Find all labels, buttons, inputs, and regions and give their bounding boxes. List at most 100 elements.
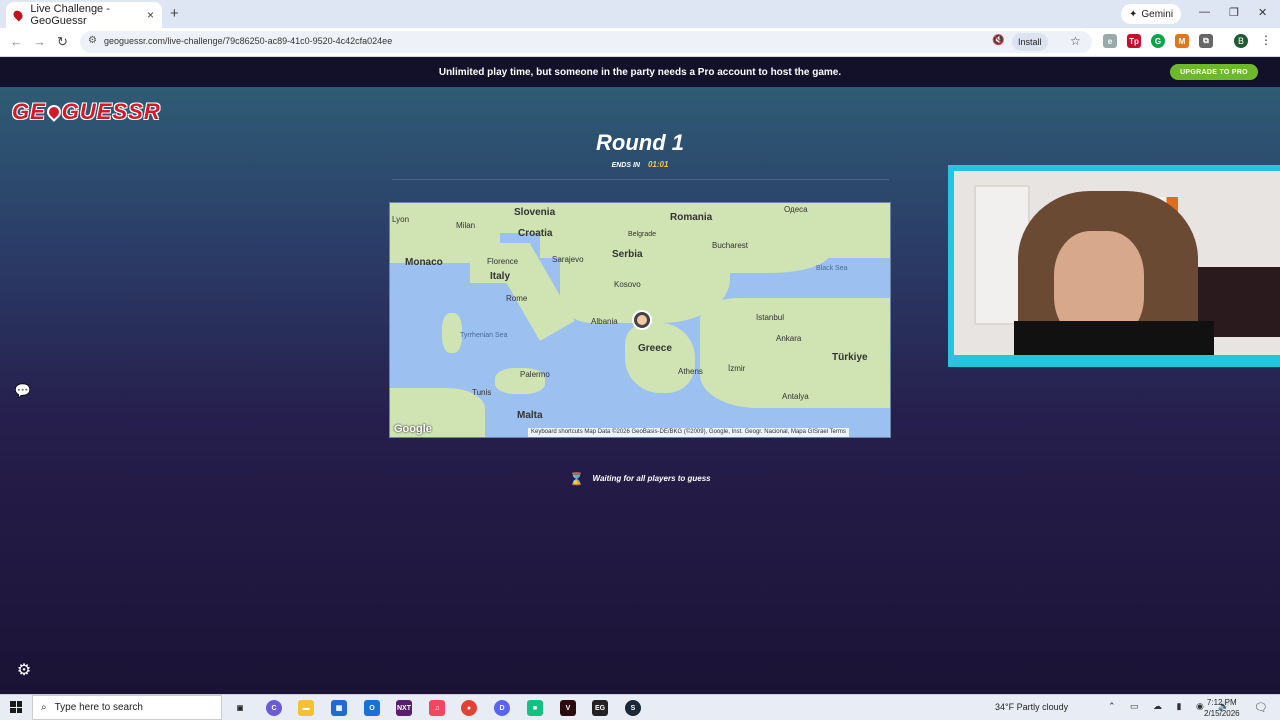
notification-icon[interactable]: 🗨 xyxy=(1254,701,1268,714)
reload-icon[interactable]: ↻ xyxy=(57,34,68,50)
url-box[interactable]: ⚙ geoguessr.com/live-challenge/79c86250-… xyxy=(80,31,1092,53)
chrome-icon[interactable]: ● xyxy=(461,700,477,716)
waiting-text: Waiting for all players to guess xyxy=(592,474,711,484)
browser-tab-bar: Live Challenge - GeoGuessr × + ✦ Gemini … xyxy=(0,0,1280,28)
settings-gear-icon[interactable]: ⚙ xyxy=(14,660,34,680)
outlook-icon[interactable]: O xyxy=(364,700,380,716)
next-app-icon[interactable]: NXT xyxy=(396,700,412,716)
tab-title: Live Challenge - GeoGuessr xyxy=(30,3,110,27)
extension-grammarly-icon[interactable]: G xyxy=(1151,34,1165,48)
extension-metamask-icon[interactable]: M xyxy=(1175,34,1189,48)
search-icon: ⌕ xyxy=(41,702,47,713)
map-label-odesa: Одеса xyxy=(784,205,808,214)
round-title: Round 1 xyxy=(596,130,684,155)
taskbar-search[interactable]: ⌕ Type here to search xyxy=(32,695,222,720)
map-label-monaco: Monaco xyxy=(405,257,443,268)
logo-text-post: GUESSR xyxy=(61,99,161,124)
waiting-status: ⌛ Waiting for all players to guess xyxy=(0,472,1280,486)
map-label-bucharest: Bucharest xyxy=(712,241,749,250)
gemini-label: Gemini xyxy=(1141,8,1174,20)
map-label-tyrrhenian-sea: Tyrrhenian Sea xyxy=(460,332,508,339)
map-label-albania: Albania xyxy=(591,317,618,326)
chat-app-icon[interactable]: ■ xyxy=(527,700,543,716)
microsoft-store-icon[interactable]: ▦ xyxy=(331,700,347,716)
forward-icon[interactable]: → xyxy=(33,34,46,49)
hourglass-icon: ⌛ xyxy=(569,472,585,486)
game-area: GE GUESSR Round 1 ENDS IN 01:01 Lyon Mila… xyxy=(0,87,1280,694)
map-label-florence: Florence xyxy=(487,257,519,266)
map-label-athens: Athens xyxy=(678,367,703,376)
map-label-turkiye: Türkiye xyxy=(832,352,868,363)
extension-icon[interactable]: e xyxy=(1103,34,1117,48)
windows-taskbar: ⌕ Type here to search ▣ C ▬ ▦ O NXT ♫ ● … xyxy=(0,694,1280,720)
webcam-person-shirt xyxy=(1014,321,1214,355)
clock-date: 2/15/2026 xyxy=(1204,709,1240,718)
map-label-lyon: Lyon xyxy=(392,215,410,224)
map-label-milan: Milan xyxy=(456,221,476,230)
taskbar-search-placeholder: Type here to search xyxy=(54,702,143,713)
extensions-puzzle-icon[interactable]: ⧉ xyxy=(1199,34,1213,48)
map-attribution[interactable]: Keyboard shortcuts Map Data ©2026 GeoBas… xyxy=(528,428,849,437)
discord-icon[interactable]: D xyxy=(494,700,510,716)
logo-text-pre: GE xyxy=(12,99,46,124)
map-label-kosovo: Kosovo xyxy=(614,280,641,289)
menu-kebab-icon[interactable]: ⋮ xyxy=(1260,33,1272,47)
valorant-icon[interactable]: V xyxy=(560,700,576,716)
upgrade-to-pro-button[interactable]: UPGRADE TO PRO xyxy=(1170,64,1258,80)
new-tab-button[interactable]: + xyxy=(170,5,179,22)
bookmark-star-icon[interactable]: ☆ xyxy=(1070,34,1081,48)
webcam-feed xyxy=(954,171,1280,355)
geoguessr-logo[interactable]: GE GUESSR xyxy=(12,99,161,125)
map-label-serbia: Serbia xyxy=(612,249,643,260)
tab-close-icon[interactable]: × xyxy=(147,8,154,22)
extension-tp-icon[interactable]: Tp xyxy=(1127,34,1141,48)
taskbar-clock[interactable]: 7:12 PM 2/15/2026 xyxy=(1204,697,1240,719)
guess-map[interactable]: Lyon Milan Slovenia Romania Одеса Croati… xyxy=(389,202,891,438)
profile-avatar[interactable]: B xyxy=(1234,34,1248,48)
player-avatar xyxy=(637,315,647,325)
chat-icon[interactable]: 💬 xyxy=(14,383,32,401)
map-label-tunis: Tunis xyxy=(472,388,492,397)
clock-time: 7:12 PM xyxy=(1206,698,1237,707)
weather-widget[interactable]: 34°F Partly cloudy xyxy=(995,702,1068,712)
muted-tab-icon[interactable]: 🔇 xyxy=(992,35,1004,46)
map-label-malta: Malta xyxy=(517,410,543,421)
epic-games-icon[interactable]: EG xyxy=(592,700,608,716)
land-balkans xyxy=(560,213,730,323)
music-app-icon[interactable]: ♫ xyxy=(429,700,445,716)
map-label-belgrade: Belgrade xyxy=(628,231,657,238)
restore-icon[interactable]: ❐ xyxy=(1229,6,1239,19)
land-bulgaria xyxy=(710,233,830,273)
minimize-icon[interactable]: — xyxy=(1199,6,1210,18)
map-label-rome: Rome xyxy=(506,294,528,303)
map-label-italy: Italy xyxy=(490,271,511,282)
map-label-izmir: İzmir xyxy=(728,364,746,373)
player-guess-pin-icon[interactable] xyxy=(632,310,652,330)
copilot-icon[interactable]: C xyxy=(266,700,282,716)
map-label-black-sea: Black Sea xyxy=(816,265,848,272)
banner-text: Unlimited play time, but someone in the … xyxy=(438,67,842,78)
map-label-istanbul: Istanbul xyxy=(756,313,785,322)
steam-icon[interactable]: S xyxy=(625,700,641,716)
land-greece xyxy=(625,323,695,393)
map-label-sarajevo: Sarajevo xyxy=(552,255,584,264)
install-app-button[interactable]: Install xyxy=(1012,33,1048,51)
site-info-icon[interactable]: ⚙ xyxy=(88,35,97,46)
url-text[interactable]: geoguessr.com/live-challenge/79c86250-ac… xyxy=(104,36,392,46)
back-icon[interactable]: ← xyxy=(10,34,23,49)
map-label-greece: Greece xyxy=(638,343,672,354)
close-window-icon[interactable]: ✕ xyxy=(1258,6,1267,19)
ends-in-label: ENDS IN xyxy=(611,162,640,169)
tab-live-challenge[interactable]: Live Challenge - GeoGuessr × xyxy=(6,2,162,28)
task-view-icon[interactable]: ▣ xyxy=(232,700,248,716)
google-logo: Google xyxy=(394,423,432,435)
gemini-sparkle-icon: ✦ xyxy=(1129,8,1138,20)
pro-banner: Unlimited play time, but someone in the … xyxy=(0,58,1280,87)
webcam-overlay xyxy=(948,165,1280,367)
gemini-button[interactable]: ✦ Gemini xyxy=(1121,4,1182,24)
windows-start-icon[interactable] xyxy=(10,701,22,713)
file-explorer-icon[interactable]: ▬ xyxy=(298,700,314,716)
map-label-ankara: Ankara xyxy=(776,334,802,343)
divider xyxy=(392,179,889,180)
land-sardinia xyxy=(442,313,462,353)
